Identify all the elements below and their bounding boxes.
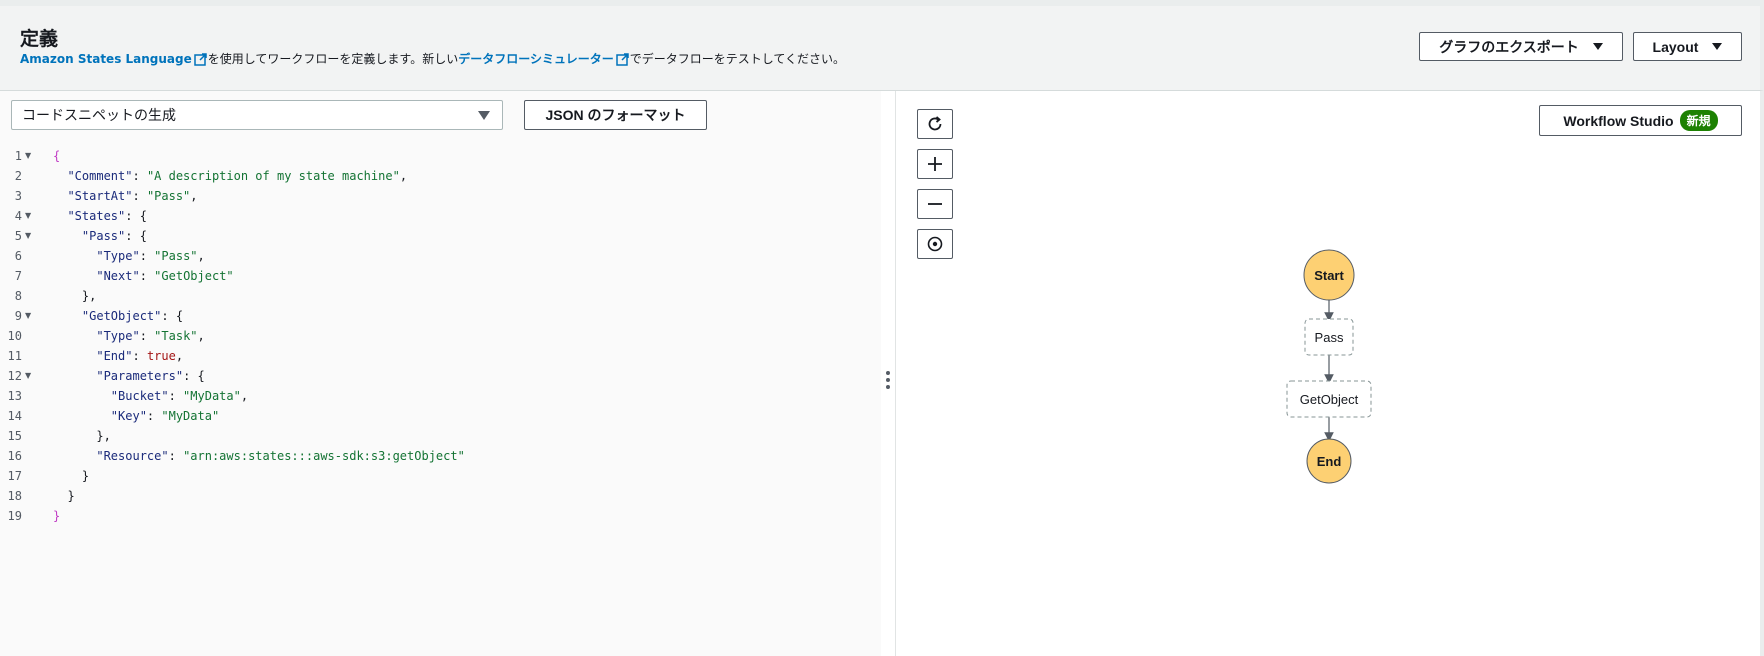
- svg-text:GetObject: GetObject: [1300, 392, 1359, 407]
- svg-text:Start: Start: [1314, 268, 1344, 283]
- end-node[interactable]: End: [1306, 438, 1352, 484]
- svg-text:End: End: [1317, 454, 1342, 469]
- svg-text:Pass: Pass: [1315, 330, 1344, 345]
- start-node[interactable]: Start: [1303, 249, 1355, 301]
- workflow-graph: Start Pass GetObject End: [1286, 249, 1372, 484]
- pass-node[interactable]: Pass: [1304, 318, 1354, 356]
- getobject-node[interactable]: GetObject: [1286, 380, 1372, 418]
